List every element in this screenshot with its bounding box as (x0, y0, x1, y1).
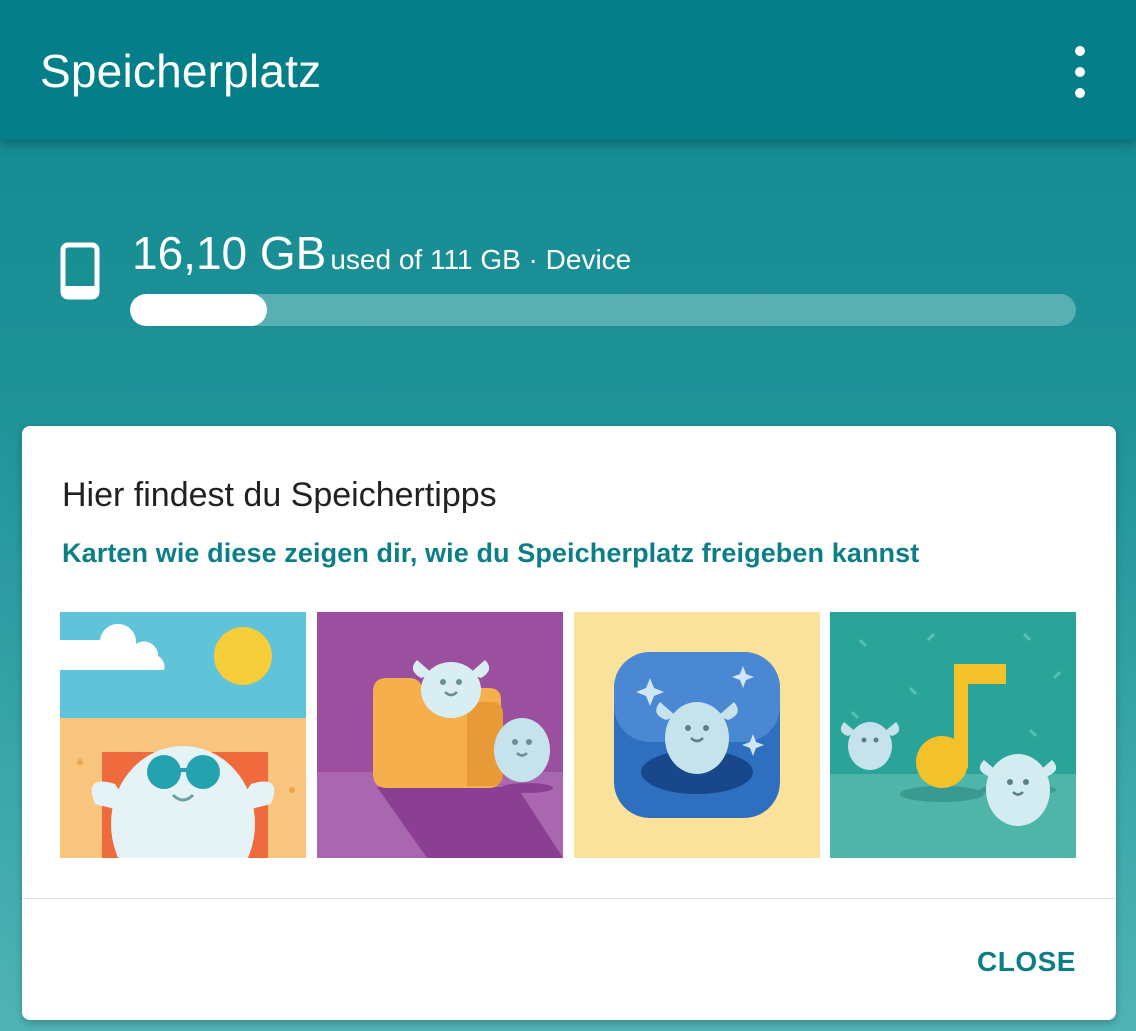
beach-character-illustration (60, 612, 306, 858)
music-characters-illustration (830, 612, 1076, 858)
card-title: Hier findest du Speichertipps (62, 476, 497, 514)
close-button[interactable]: CLOSE (977, 942, 1076, 982)
card-subtitle: Karten wie diese zeigen dir, wie du Spei… (62, 538, 920, 568)
storage-progress-fill (130, 294, 267, 326)
storage-usage-text: 16,10 GB used of 111 GB · Device (132, 226, 631, 280)
smartphone-icon (60, 242, 100, 305)
used-detail: used of 111 GB · Device (330, 244, 632, 275)
storage-summary: 16,10 GB used of 111 GB · Device (0, 190, 1136, 350)
more-vert-icon[interactable] (1060, 46, 1100, 98)
card-divider (22, 898, 1116, 899)
used-amount: 16,10 GB (132, 227, 327, 279)
storage-tips-card: Hier findest du Speichertipps Karten wie… (22, 426, 1116, 1020)
page-title: Speicherplatz (40, 45, 322, 97)
folder-characters-illustration (317, 612, 563, 858)
illustration-row (60, 612, 1076, 858)
app-icon-character-illustration (574, 612, 820, 858)
storage-progress-bar (130, 294, 1076, 326)
app-bar: Speicherplatz (0, 0, 1136, 140)
